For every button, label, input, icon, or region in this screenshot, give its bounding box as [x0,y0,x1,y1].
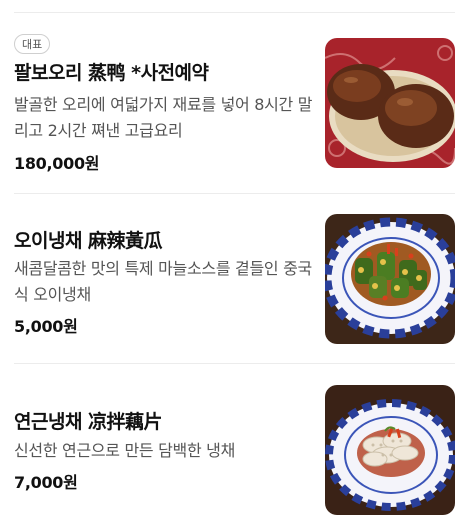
menu-item-name: 오이냉채 麻辣黃瓜 [14,230,163,252]
menu-item-duck[interactable]: 대표 팔보오리 蒸鸭 *사전예약 발골한 오리에 여덟가지 재료를 넣어 8시간… [0,18,469,188]
divider [14,363,455,364]
menu-item-description: 신선한 연근으로 만든 담백한 냉채 [14,441,236,460]
menu-item-price: 5,000원 [14,317,78,336]
top-divider [14,12,455,13]
menu-item-cucumber[interactable]: 오이냉채 麻辣黃瓜 새콤달콤한 맛의 특제 마늘소스를 곁들인 중국식 오이냉채… [0,210,469,360]
menu-item-name: 팔보오리 蒸鸭 *사전예약 [14,62,209,84]
lotus-root-salad-photo[interactable] [325,385,455,515]
menu-item-name: 연근냉채 凉拌藕片 [14,411,163,433]
menu-item-description: 발골한 오리에 여덟가지 재료를 넣어 8시간 말리고 2시간 쪄낸 고급요리 [14,95,313,140]
menu-item-lotus-root[interactable]: 연근냉채 凉拌藕片 신선한 연근으로 만든 담백한 냉채 7,000원 [0,383,469,527]
menu-item-price: 7,000원 [14,473,78,492]
menu-item-description: 새콤달콤한 맛의 특제 마늘소스를 곁들인 중국식 오이냉채 [14,259,312,304]
cucumber-salad-photo[interactable] [325,214,455,344]
duck-dish-photo[interactable] [325,38,455,168]
divider [14,193,455,194]
menu-item-price: 180,000원 [14,154,100,173]
signature-badge: 대표 [14,34,51,54]
